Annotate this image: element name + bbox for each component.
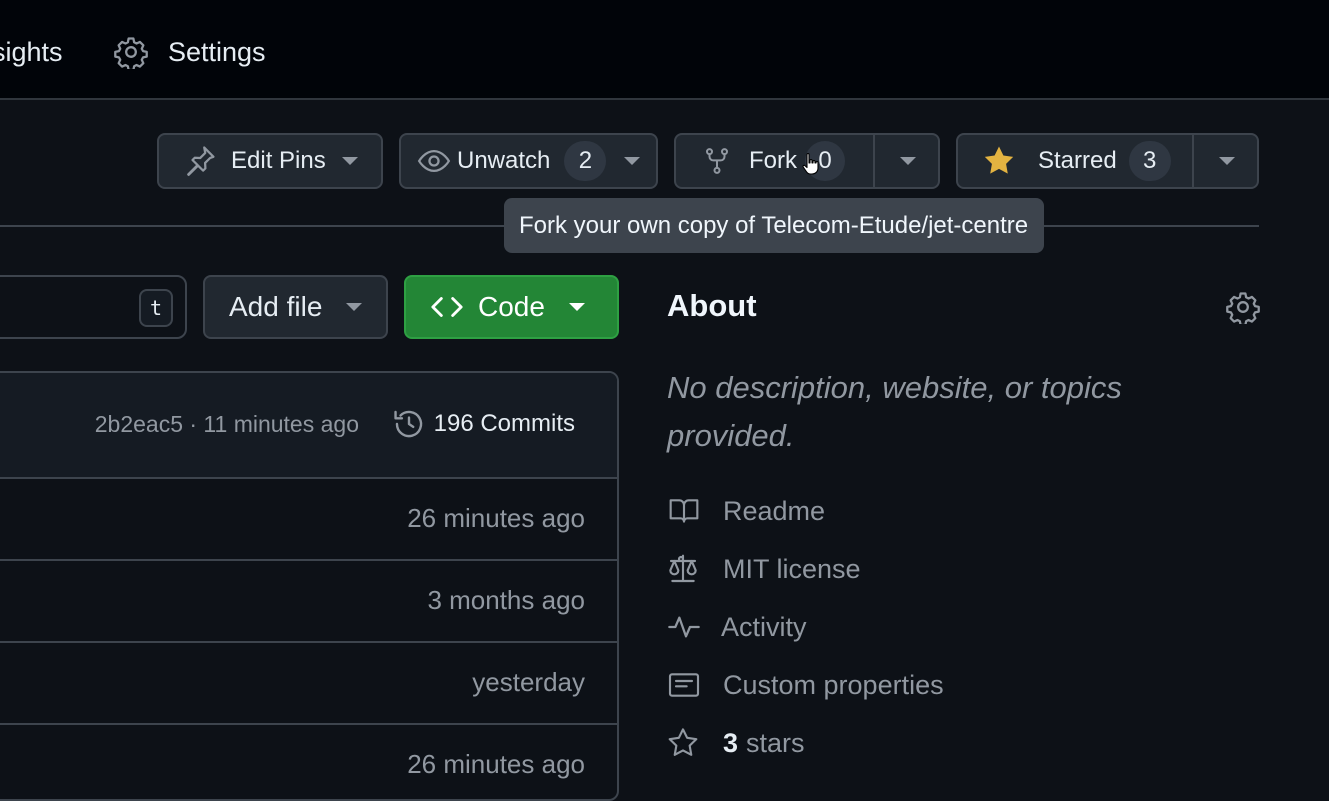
code-icon (431, 297, 463, 317)
about-heading: About (667, 288, 757, 323)
readme-label: Readme (723, 495, 826, 526)
commits-link[interactable]: 196 Commits (392, 407, 575, 441)
star-icon (668, 728, 698, 756)
edit-pins-button[interactable]: Edit Pins (157, 133, 383, 189)
stars-counter: 3 (1128, 141, 1171, 181)
nav-tab-settings[interactable]: Settings (114, 34, 266, 70)
chevron-down-icon (341, 157, 358, 165)
chevron-down-icon (624, 157, 641, 165)
keyboard-shortcut-hint: t (139, 289, 173, 327)
file-table: 2b2eac5 · 11 minutes ago 196 Commits 26 … (0, 371, 619, 801)
about-description: No description, website, or topics provi… (667, 370, 1122, 453)
pulse-icon (668, 616, 700, 638)
table-row[interactable]: 26 minutes ago (0, 725, 617, 799)
nav-tab-insights-label: sights (0, 36, 63, 67)
gear-icon (1226, 292, 1260, 327)
file-commit-time: 26 minutes ago (407, 749, 585, 779)
chevron-down-icon (346, 303, 363, 311)
chevron-down-icon (899, 157, 916, 165)
add-file-button[interactable]: Add file (203, 275, 388, 339)
activity-link[interactable]: Activity (667, 610, 807, 644)
fork-button[interactable]: Fork 0 (676, 135, 874, 187)
code-label: Code (478, 291, 545, 322)
note-icon (668, 673, 700, 697)
fork-label: Fork (749, 147, 797, 174)
table-row[interactable]: 26 minutes ago (0, 479, 617, 561)
repo-nav: sights Settings (0, 0, 1329, 100)
fork-tooltip-text: Fork your own copy of Telecom-Etude/jet-… (519, 211, 1029, 239)
stars-count: 3 (723, 727, 739, 758)
fork-tooltip: Fork your own copy of Telecom-Etude/jet-… (504, 198, 1044, 253)
go-to-file-input[interactable]: t (0, 275, 187, 339)
latest-commit-bar: 2b2eac5 · 11 minutes ago 196 Commits (0, 373, 617, 479)
readme-link[interactable]: Readme (667, 494, 825, 528)
table-row[interactable]: yesterday (0, 643, 617, 725)
commits-count-label: 196 Commits (433, 410, 575, 437)
custom-properties-label: Custom properties (723, 669, 944, 700)
scale-icon (669, 554, 697, 583)
unwatch-label: Unwatch (457, 147, 551, 174)
star-lists-dropdown-button[interactable] (1194, 135, 1259, 187)
fork-icon (706, 148, 728, 174)
stars-label: stars (746, 727, 805, 758)
file-commit-time: 3 months ago (427, 585, 585, 615)
license-label: MIT license (723, 553, 861, 584)
hand-cursor-icon (802, 153, 819, 175)
edit-pins-label: Edit Pins (231, 147, 326, 174)
pin-icon (187, 146, 215, 177)
nav-tab-insights[interactable]: sights (0, 34, 63, 70)
chevron-down-icon (1218, 157, 1235, 165)
code-button[interactable]: Code (404, 275, 619, 339)
license-link[interactable]: MIT license (667, 552, 861, 586)
fork-dropdown-button[interactable] (875, 135, 940, 187)
add-file-label: Add file (229, 291, 323, 322)
activity-label: Activity (721, 611, 807, 642)
history-icon (393, 410, 422, 438)
fork-button-group: Fork 0 (674, 133, 940, 189)
custom-properties-link[interactable]: Custom properties (667, 668, 944, 702)
unwatch-button[interactable]: Unwatch 2 (399, 133, 658, 189)
chevron-down-icon (568, 303, 585, 311)
nav-tab-settings-label: Settings (168, 36, 266, 67)
starred-label: Starred (1038, 147, 1117, 174)
starred-button-group: Starred 3 (956, 133, 1259, 189)
about-settings-button[interactable] (1226, 290, 1260, 329)
gear-icon (114, 37, 148, 69)
star-filled-icon (984, 146, 1014, 174)
watchers-count: 2 (564, 141, 607, 181)
book-icon (669, 499, 699, 523)
table-row[interactable]: 3 months ago (0, 561, 617, 643)
stars-link[interactable]: 3 stars (667, 726, 805, 760)
starred-button[interactable]: Starred 3 (958, 135, 1193, 187)
file-commit-time: 26 minutes ago (407, 503, 585, 533)
eye-icon (417, 149, 451, 173)
latest-commit-meta[interactable]: 2b2eac5 · 11 minutes ago (95, 411, 359, 438)
file-commit-time: yesterday (472, 667, 585, 697)
